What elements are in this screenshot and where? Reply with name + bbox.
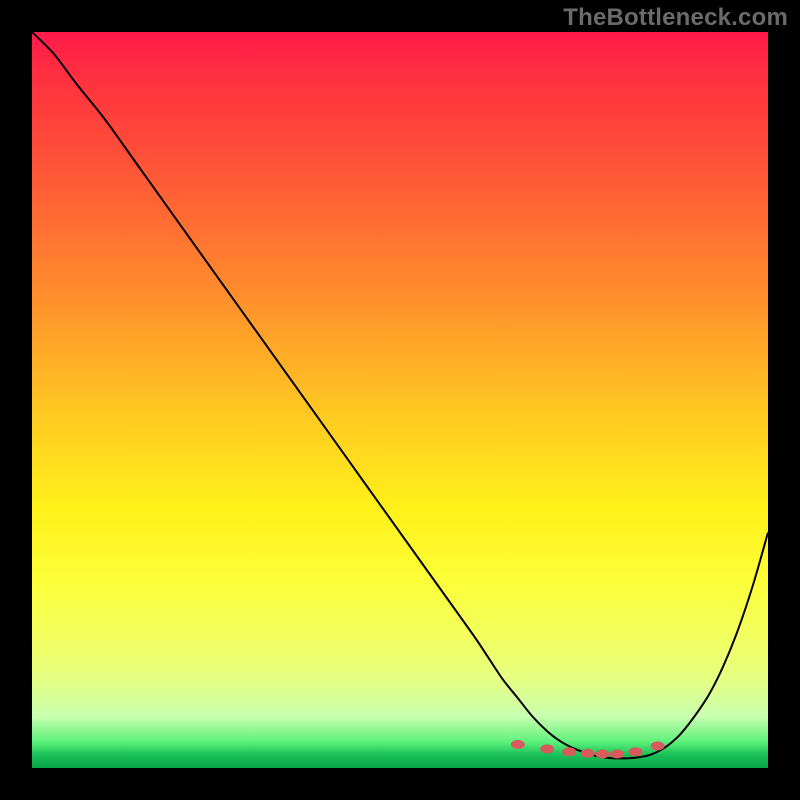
curve-line	[32, 32, 768, 758]
watermark-text: TheBottleneck.com	[563, 4, 788, 32]
plot-area	[32, 32, 768, 768]
chart-frame: TheBottleneck.com	[0, 0, 800, 800]
optimum-marker	[651, 741, 665, 750]
optimum-marker	[540, 744, 554, 753]
optimum-marker	[629, 747, 643, 756]
optimum-marker	[581, 749, 595, 758]
optimum-marker	[595, 750, 609, 759]
optimum-marker	[511, 740, 525, 749]
bottleneck-curve	[32, 32, 768, 768]
optimum-marker	[562, 747, 576, 756]
optimum-markers	[511, 740, 665, 759]
optimum-marker	[610, 750, 624, 759]
